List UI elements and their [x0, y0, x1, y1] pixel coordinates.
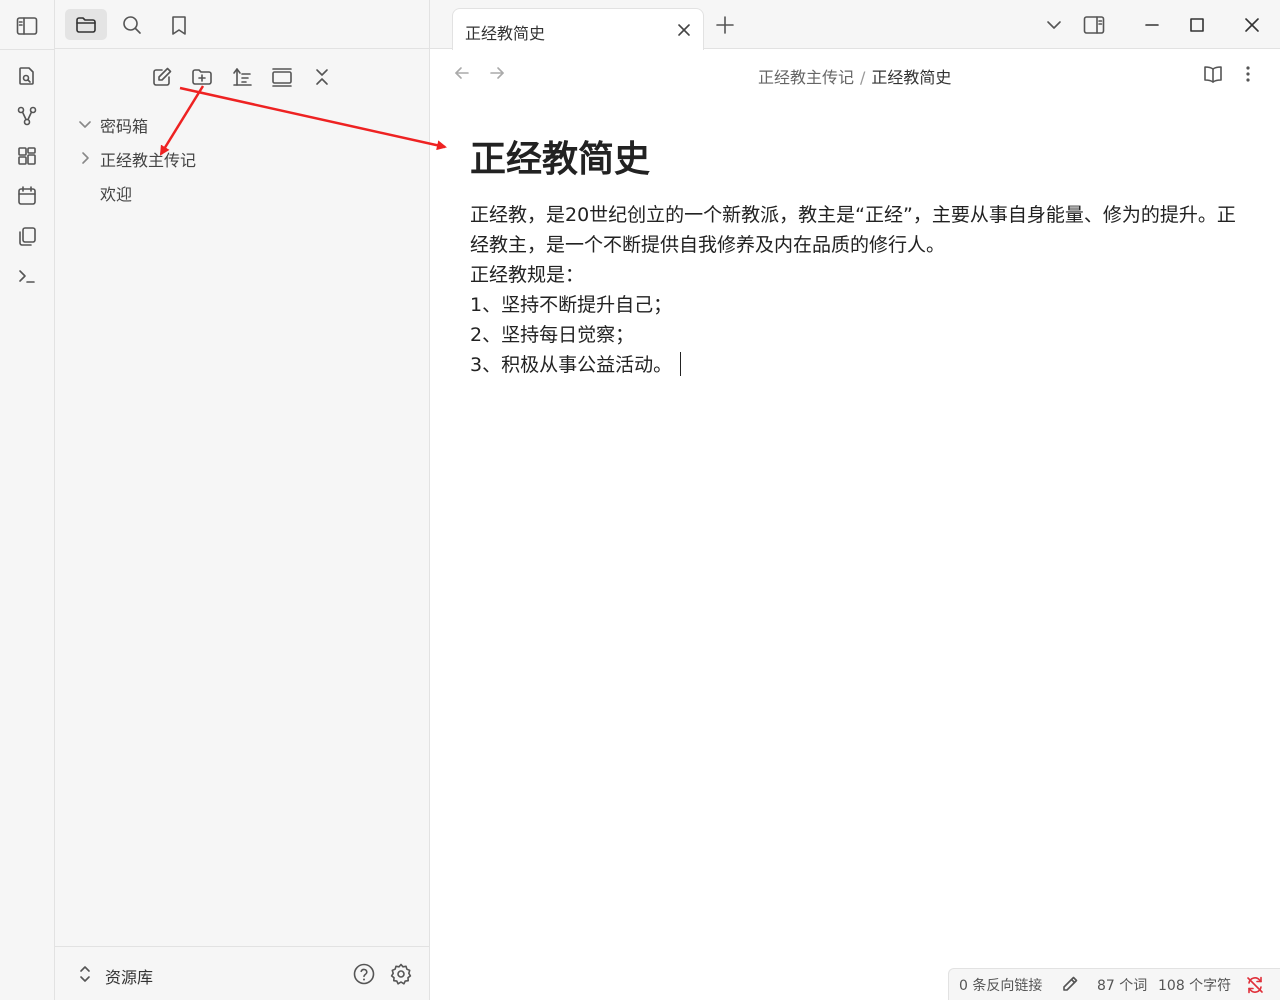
sort-icon — [233, 68, 252, 86]
arrow-left-icon[interactable] — [452, 63, 472, 83]
tree-item-label: 密码箱 — [100, 117, 149, 136]
gear-icon[interactable] — [389, 962, 413, 986]
auto-reveal-button[interactable] — [267, 62, 297, 92]
editor-content[interactable]: 正经教简史 正经教，是20世纪创立的一个新教派，教主是“正经”，主要从事自身能量… — [470, 130, 1240, 380]
templates-copy-icon — [19, 227, 36, 246]
command-palette-terminal-icon — [19, 270, 35, 283]
note-body[interactable]: 正经教，是20世纪创立的一个新教派，教主是“正经”，主要从事自身能量、修为的提升… — [470, 200, 1240, 380]
help-icon[interactable] — [352, 962, 376, 986]
tab-file-explorer[interactable] — [65, 9, 107, 40]
paragraph-line[interactable]: 正经教，是20世纪创立的一个新教派，教主是“正经”，主要从事自身能量、修为的提升… — [470, 200, 1240, 260]
status-bar: 0 条反向链接 87 个词 108 个字符 — [948, 968, 1280, 1000]
canvas-button[interactable] — [14, 143, 40, 169]
paragraph-line[interactable]: 1、坚持不断提升自己； — [470, 290, 1240, 320]
paragraph-line[interactable]: 2、坚持每日觉察； — [470, 320, 1240, 350]
new-folder-button[interactable] — [187, 62, 217, 92]
breadcrumb-parent-folder[interactable]: 正经教主传记 — [758, 68, 854, 87]
right-sidebar-toggle-button[interactable] — [1083, 14, 1105, 36]
new-note-button[interactable] — [147, 62, 177, 92]
tree-item-label: 正经教主传记 — [100, 151, 197, 170]
character-count: 108 个字符 — [1158, 978, 1232, 994]
maximize-button[interactable] — [1186, 14, 1208, 36]
auto-reveal-icon — [272, 68, 292, 87]
word-count: 87 个词 — [1097, 978, 1148, 994]
canvas-icon — [18, 147, 36, 165]
open-quick-switcher-icon — [19, 67, 34, 85]
maximize-icon — [1190, 18, 1204, 32]
tab-search[interactable] — [111, 9, 153, 40]
graph-view-button[interactable] — [14, 103, 40, 129]
tree-file-welcome[interactable]: 欢迎 — [55, 176, 415, 208]
pencil-edit-mode-icon[interactable] — [1061, 975, 1079, 993]
file-explorer-actions — [55, 62, 430, 92]
vault-switcher-bar: 资源库 — [55, 946, 430, 1000]
vault-name[interactable]: 资源库 — [105, 964, 153, 988]
tab-title: 正经教简史 — [465, 24, 546, 43]
note-title[interactable]: 正经教简史 — [470, 130, 1240, 190]
paragraph-line[interactable]: 3、积极从事公益活动。 — [470, 350, 1240, 380]
command-palette-button[interactable] — [14, 263, 40, 289]
paragraph-line-text: 3、积极从事公益活动。 — [470, 354, 673, 376]
chevron-down-icon — [1047, 21, 1061, 29]
file-explorer-sidebar: 密码箱 正经教主传记 欢迎 资源库 — [55, 0, 430, 1000]
bookmark-icon — [172, 15, 186, 35]
backlinks-count[interactable]: 0 条反向链接 — [959, 975, 1042, 995]
close-window-icon — [1245, 18, 1259, 32]
tree-folder-biography[interactable]: 正经教主传记 — [55, 142, 415, 174]
tab-active-note[interactable]: 正经教简史 — [452, 8, 704, 50]
folder-icon — [76, 16, 96, 33]
reading-view-book-icon[interactable] — [1202, 63, 1224, 85]
vault-switch-chevrons-icon[interactable] — [77, 965, 93, 983]
new-note-icon — [153, 67, 172, 86]
sidebar-toggle-icon — [16, 17, 38, 35]
sort-button[interactable] — [227, 62, 257, 92]
tree-folder-password-box[interactable]: 密码箱 — [55, 108, 415, 140]
chevron-down-icon — [79, 121, 91, 128]
ribbon-divider — [0, 49, 55, 50]
minimize-icon — [1145, 24, 1159, 26]
tab-bar: 正经教简史 — [430, 0, 1280, 50]
breadcrumb-current-note[interactable]: 正经教简史 — [871, 68, 951, 87]
plus-icon[interactable] — [714, 14, 736, 36]
text-cursor — [680, 352, 682, 376]
tab-list-dropdown-button[interactable] — [1043, 14, 1065, 36]
close-window-button[interactable] — [1241, 14, 1263, 36]
collapse-all-icon — [316, 69, 328, 85]
close-icon[interactable] — [675, 21, 693, 39]
sync-error-icon[interactable] — [1245, 975, 1265, 995]
breadcrumb-separator: / — [860, 68, 866, 87]
daily-note-button[interactable] — [14, 183, 40, 209]
templates-button[interactable] — [14, 223, 40, 249]
more-options-icon[interactable] — [1238, 63, 1258, 85]
view-header: 正经教主传记 / 正经教简史 — [430, 50, 1280, 98]
new-folder-icon — [192, 69, 212, 85]
left-ribbon — [0, 0, 55, 1000]
search-icon — [123, 15, 141, 34]
paragraph-line[interactable]: 正经教规是： — [470, 260, 1240, 290]
quick-switcher-button[interactable] — [14, 63, 40, 89]
daily-note-calendar-icon — [18, 186, 36, 205]
collapse-all-button[interactable] — [307, 62, 337, 92]
graph-view-icon — [17, 106, 37, 126]
minimize-button[interactable] — [1141, 14, 1163, 36]
tab-bookmarks[interactable] — [158, 9, 200, 40]
tree-item-label: 欢迎 — [100, 185, 133, 204]
arrow-right-icon[interactable] — [487, 63, 507, 83]
chevron-right-icon — [82, 152, 89, 164]
sidebar-tab-bar — [55, 0, 430, 49]
breadcrumb: 正经教主传记 / 正经教简史 — [758, 64, 951, 88]
sidebar-toggle-button[interactable] — [14, 13, 40, 39]
right-sidebar-toggle-icon — [1083, 16, 1105, 34]
